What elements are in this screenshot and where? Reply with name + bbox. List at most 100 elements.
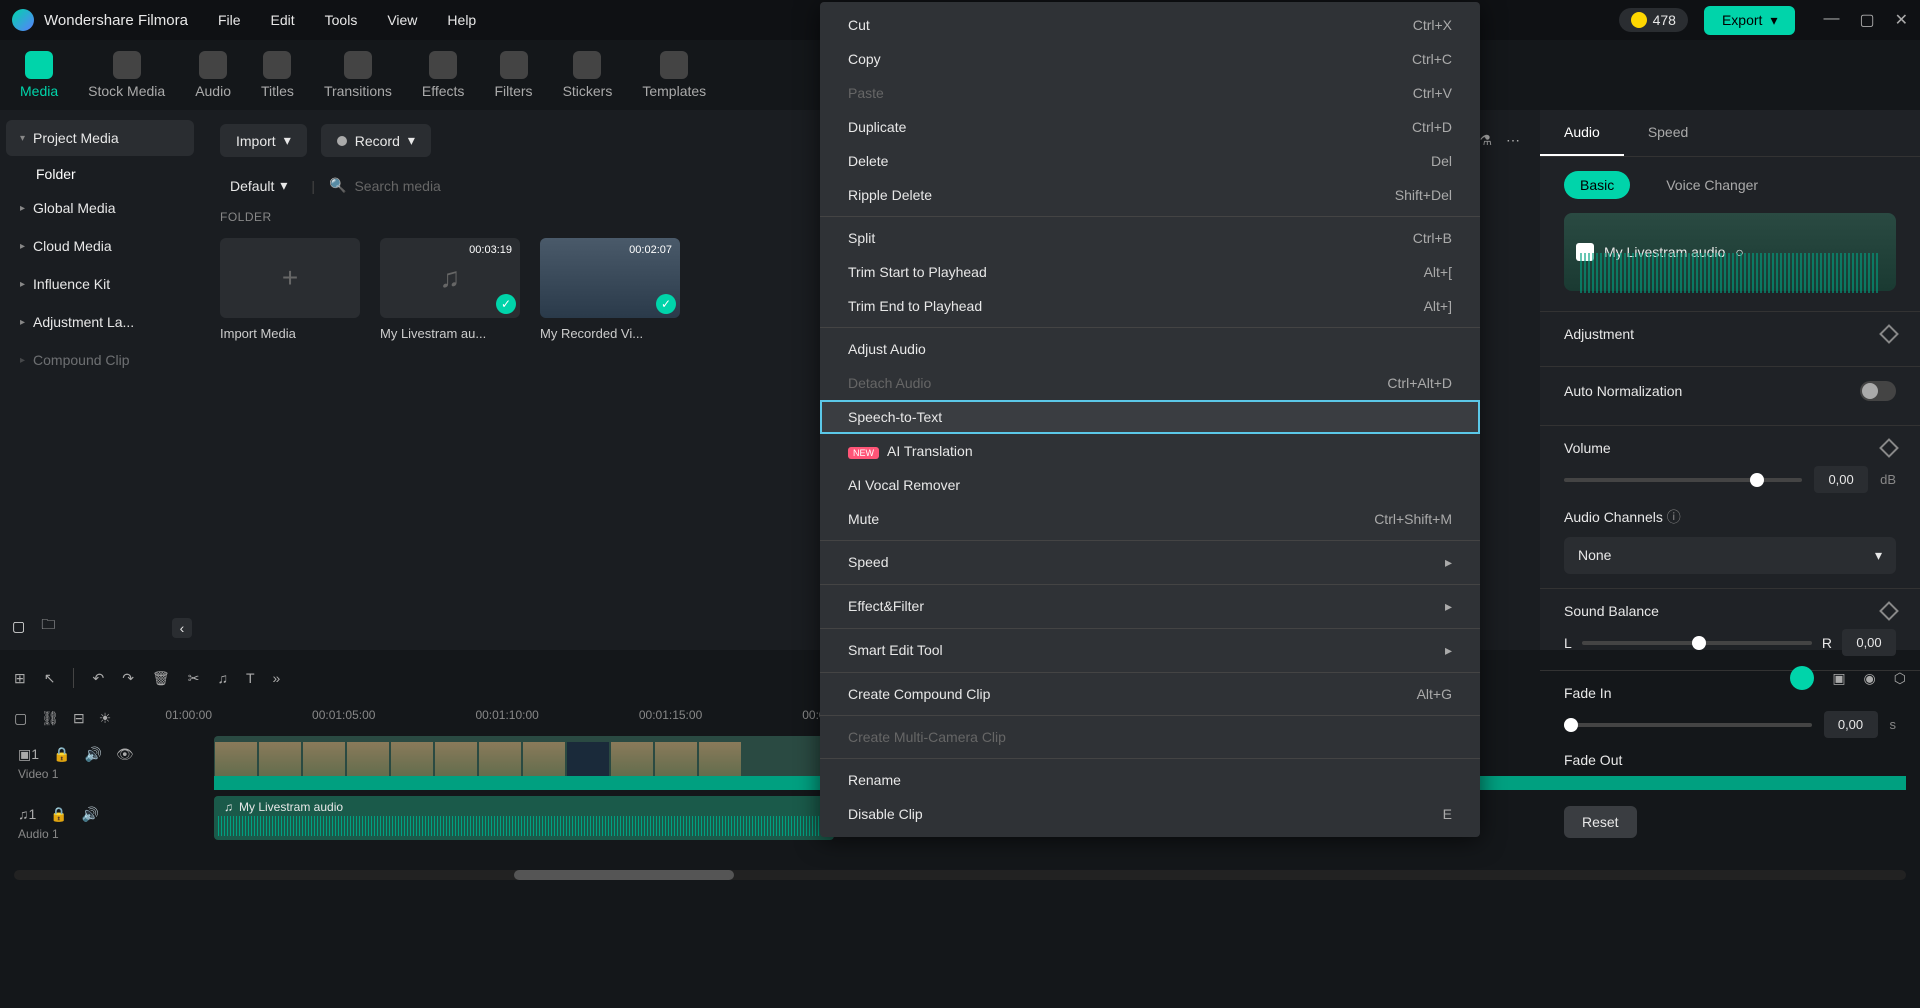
ctx-disable-clip[interactable]: Disable ClipE (820, 797, 1480, 831)
ctx-copy[interactable]: CopyCtrl+C (820, 42, 1480, 76)
sidebar-compound-clip[interactable]: ▸Compound Clip (6, 342, 194, 378)
tab-filters[interactable]: Filters (494, 51, 532, 99)
rpanel-tab-speed[interactable]: Speed (1624, 110, 1712, 156)
music-icon[interactable]: ♫ (217, 670, 228, 686)
audio-channels-select[interactable]: None▾ (1564, 537, 1896, 574)
sort-select[interactable]: Default▾ (220, 171, 297, 200)
chevron-right-icon: ▸ (20, 279, 25, 290)
ctx-adjust-audio[interactable]: Adjust Audio (820, 332, 1480, 366)
audio-waveform-preview[interactable]: My Livestram audio ○ (1564, 213, 1896, 291)
more-tools-icon[interactable]: » (273, 670, 281, 686)
record-button[interactable]: Record▾ (321, 124, 431, 157)
volume-value[interactable]: 0,00 (1814, 466, 1868, 493)
tab-templates[interactable]: Templates (642, 51, 706, 99)
fade-in-slider[interactable] (1564, 723, 1812, 727)
ctx-delete[interactable]: DeleteDel (820, 144, 1480, 178)
ctx-effect-filter[interactable]: Effect&Filter▸ (820, 589, 1480, 624)
marker-icon[interactable]: ⬡ (1894, 670, 1906, 687)
lock-icon[interactable]: 🔒 (50, 806, 67, 823)
keyframe-icon[interactable] (1879, 438, 1899, 458)
ctx-mute[interactable]: MuteCtrl+Shift+M (820, 502, 1480, 536)
lock-icon[interactable]: 🔒 (53, 746, 70, 763)
sidebar-adjustment-layer[interactable]: ▸Adjustment La... (6, 304, 194, 340)
ctx-duplicate[interactable]: DuplicateCtrl+D (820, 110, 1480, 144)
new-bin-icon[interactable]: ▢ (12, 618, 25, 635)
fade-in-value[interactable]: 0,00 (1824, 711, 1878, 738)
delete-button[interactable]: 🗑 (152, 670, 170, 687)
undo-button[interactable]: ↶ (92, 670, 104, 687)
link-icon[interactable]: ⛓ (41, 710, 59, 727)
balance-slider[interactable] (1582, 641, 1812, 645)
import-media-card[interactable]: + Import Media (220, 238, 360, 341)
menu-tools[interactable]: Tools (325, 12, 358, 28)
sidebar-global-media[interactable]: ▸Global Media (6, 190, 194, 226)
redo-button[interactable]: ↷ (122, 670, 134, 687)
sidebar-cloud-media[interactable]: ▸Cloud Media (6, 228, 194, 264)
sidebar-project-media[interactable]: ▾Project Media (6, 120, 194, 156)
ctx-speech-to-text[interactable]: Speech-to-Text (820, 400, 1480, 434)
sidebar-influence-kit[interactable]: ▸Influence Kit (6, 266, 194, 302)
media-card[interactable]: ♫00:03:19✓ My Livestram au... (380, 238, 520, 341)
tab-titles[interactable]: Titles (261, 51, 294, 99)
chevron-down-icon: ▾ (284, 132, 291, 149)
filter-icon[interactable]: ⚗ (1479, 132, 1492, 149)
ctx-speed[interactable]: Speed▸ (820, 545, 1480, 580)
mute-icon[interactable]: 🔊 (82, 806, 99, 823)
ctx-create-compound-clip[interactable]: Create Compound ClipAlt+G (820, 677, 1480, 711)
minimize-button[interactable]: — (1823, 10, 1839, 30)
collapse-sidebar-button[interactable]: ‹ (172, 618, 192, 638)
tab-transitions[interactable]: Transitions (324, 51, 392, 99)
menu-view[interactable]: View (387, 12, 417, 28)
render-icon[interactable]: ◉ (1864, 670, 1876, 687)
ctx-rename[interactable]: Rename (820, 763, 1480, 797)
subtab-voice-changer[interactable]: Voice Changer (1650, 171, 1774, 199)
volume-slider[interactable] (1564, 478, 1802, 482)
timeline-scrollbar[interactable] (14, 870, 1906, 880)
audio-clip-icon: ♫ (224, 800, 233, 814)
keyframe-icon[interactable] (1879, 601, 1899, 621)
tab-stickers[interactable]: Stickers (563, 51, 613, 99)
tab-stock-media[interactable]: Stock Media (88, 51, 165, 99)
close-button[interactable]: ✕ (1895, 10, 1908, 30)
tab-audio[interactable]: Audio (195, 51, 231, 99)
credits-badge[interactable]: 478 (1619, 8, 1688, 32)
split-button[interactable]: ✂ (188, 670, 200, 687)
more-icon[interactable]: ⋯ (1506, 132, 1520, 149)
text-icon[interactable]: T (246, 670, 255, 686)
ctx-ai-vocal-remover[interactable]: AI Vocal Remover (820, 468, 1480, 502)
subtab-basic[interactable]: Basic (1564, 171, 1630, 199)
ctx-trim-start-to-playhead[interactable]: Trim Start to PlayheadAlt+[ (820, 255, 1480, 289)
pointer-icon[interactable]: ↖ (44, 670, 56, 687)
rpanel-tab-audio[interactable]: Audio (1540, 110, 1624, 156)
crop-icon[interactable]: ▣ (1832, 670, 1845, 687)
auto-normalization-toggle[interactable] (1860, 381, 1896, 401)
ctx-cut[interactable]: CutCtrl+X (820, 8, 1480, 42)
ctx-split[interactable]: SplitCtrl+B (820, 221, 1480, 255)
menu-help[interactable]: Help (447, 12, 476, 28)
ctx-smart-edit-tool[interactable]: Smart Edit Tool▸ (820, 633, 1480, 668)
export-button[interactable]: Export ▾ (1704, 6, 1796, 35)
ctx-trim-end-to-playhead[interactable]: Trim End to PlayheadAlt+] (820, 289, 1480, 323)
menu-file[interactable]: File (218, 12, 241, 28)
audio-track-icon: ♫1 (18, 806, 36, 822)
mute-icon[interactable]: 🔊 (84, 746, 101, 763)
magnet-icon[interactable]: ☀ (99, 710, 112, 727)
ctx-ai-translation[interactable]: NEWAI Translation (820, 434, 1480, 468)
visibility-icon[interactable]: 👁 (116, 746, 134, 763)
sidebar-folder[interactable]: Folder (6, 158, 194, 190)
menu-edit[interactable]: Edit (271, 12, 295, 28)
track-add-icon[interactable]: ▢ (14, 710, 27, 727)
tab-effects[interactable]: Effects (422, 51, 465, 99)
balance-value[interactable]: 0,00 (1842, 629, 1896, 656)
maximize-button[interactable]: ▢ (1859, 10, 1874, 30)
tab-media[interactable]: Media (20, 51, 58, 99)
media-card[interactable]: 00:02:07✓ My Recorded Vi... (540, 238, 680, 341)
snap-icon[interactable]: ⊟ (73, 710, 85, 727)
keyframe-icon[interactable] (1879, 324, 1899, 344)
timeline-ruler[interactable]: 01:00:00 00:01:05:00 00:01:10:00 00:01:1… (125, 708, 832, 722)
import-button[interactable]: Import▾ (220, 124, 307, 157)
chevron-right-icon: ▸ (20, 241, 25, 252)
new-folder-icon[interactable]: 🗀 (41, 614, 55, 638)
ctx-ripple-delete[interactable]: Ripple DeleteShift+Del (820, 178, 1480, 212)
grid-icon[interactable]: ⊞ (14, 670, 26, 687)
